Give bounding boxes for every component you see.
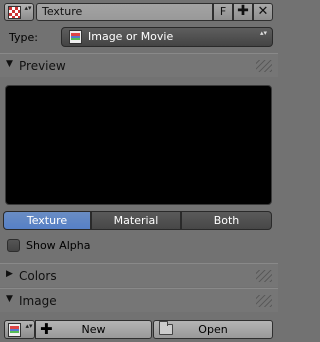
preview-panel-header[interactable]: ▼ Preview: [0, 53, 278, 77]
image-browse-button[interactable]: ▴▾: [4, 320, 35, 339]
expand-triangle-icon: ▼: [6, 294, 13, 304]
new-image-label: New: [81, 323, 106, 336]
image-icon: [69, 30, 82, 44]
checker-texture-icon: [8, 6, 21, 19]
drag-grip-icon[interactable]: [256, 295, 272, 307]
drag-grip-icon[interactable]: [256, 270, 272, 282]
new-image-button[interactable]: ✚ New: [35, 320, 152, 339]
image-icon: [8, 323, 21, 337]
collapse-triangle-icon: ▶: [6, 269, 13, 279]
updown-arrows-icon: ▴▾: [24, 4, 32, 12]
colors-panel-header[interactable]: ▶ Colors: [0, 263, 278, 287]
type-row: Type: Image or Movie ▴▾: [0, 24, 278, 50]
texture-name-field[interactable]: Texture: [36, 3, 213, 21]
texture-header: ▴▾ Texture F ✚ ✕: [0, 0, 278, 24]
plus-icon: ✚: [40, 320, 53, 338]
tab-texture[interactable]: Texture: [3, 211, 91, 230]
drag-grip-icon[interactable]: [256, 60, 272, 72]
unlink-texture-button[interactable]: ✕: [253, 3, 273, 21]
open-image-button[interactable]: Open: [153, 320, 273, 339]
show-alpha-label: Show Alpha: [26, 239, 91, 252]
image-panel-header[interactable]: ▼ Image: [0, 288, 278, 312]
expand-triangle-icon: ▼: [6, 59, 13, 69]
colors-panel-title: Colors: [19, 269, 57, 283]
open-image-label: Open: [198, 323, 228, 336]
image-controls-row: ▴▾ ✚ New Open: [0, 317, 278, 342]
show-alpha-checkbox[interactable]: [7, 239, 20, 252]
preview-panel-title: Preview: [19, 59, 66, 73]
add-texture-button[interactable]: ✚: [233, 3, 253, 21]
fake-user-button[interactable]: F: [213, 3, 233, 21]
folder-icon: [159, 321, 173, 335]
texture-browse-button[interactable]: ▴▾: [4, 3, 34, 21]
image-panel-title: Image: [19, 294, 57, 308]
dropdown-arrows-icon: ▴▾: [259, 29, 267, 37]
type-label: Type:: [9, 31, 38, 44]
updown-arrows-icon: ▴▾: [25, 322, 33, 330]
type-dropdown[interactable]: Image or Movie ▴▾: [61, 27, 273, 47]
type-selected-value: Image or Movie: [88, 30, 174, 43]
texture-preview-area: [5, 85, 272, 205]
tab-material[interactable]: Material: [91, 211, 181, 230]
tab-both[interactable]: Both: [181, 211, 272, 230]
